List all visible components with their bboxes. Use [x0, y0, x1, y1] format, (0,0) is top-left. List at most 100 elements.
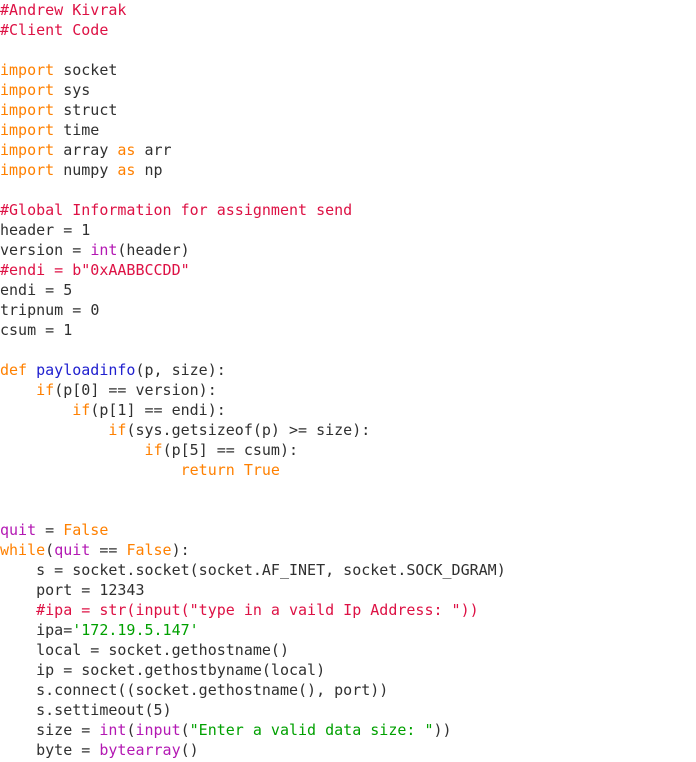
- code-line: version = int(header): [0, 240, 696, 260]
- code-line: import array as arr: [0, 140, 696, 160]
- token-plain: socket: [54, 61, 118, 79]
- token-plain: byte =: [0, 741, 100, 759]
- code-line: import time: [0, 120, 696, 140]
- token-comment: #Andrew Kivrak: [0, 1, 127, 19]
- code-line: #Client Code: [0, 20, 696, 40]
- token-number: 1: [81, 221, 91, 239]
- token-plain: arr: [135, 141, 172, 159]
- token-plain: ] == version):: [90, 381, 217, 399]
- token-builtin: int: [99, 721, 127, 739]
- code-line: import numpy as np: [0, 160, 696, 180]
- token-plain: ): [162, 701, 172, 719]
- token-comment: #Global Information for assignment send: [0, 201, 353, 219]
- token-plain: ):: [171, 541, 190, 559]
- code-line: s = socket.socket(socket.AF_INET, socket…: [0, 560, 696, 580]
- token-plain: (p[: [162, 441, 190, 459]
- token-plain: port =: [0, 581, 100, 599]
- code-line: if(sys.getsizeof(p) >= size):: [0, 420, 696, 440]
- token-plain: ] == csum):: [198, 441, 299, 459]
- token-comment: #Client Code: [0, 21, 109, 39]
- code-line: def payloadinfo(p, size):: [0, 360, 696, 380]
- code-line: port = 12343: [0, 580, 696, 600]
- code-line: csum = 1: [0, 320, 696, 340]
- token-keyword: import: [0, 161, 55, 179]
- token-keyword: as: [117, 141, 136, 159]
- code-line: if(p[5] == csum):: [0, 440, 696, 460]
- token-plain: tripnum =: [0, 301, 91, 319]
- token-keyword: if: [108, 421, 127, 439]
- token-keyword: False: [63, 521, 109, 539]
- token-keyword: if: [72, 401, 91, 419]
- code-line: size = int(input("Enter a valid data siz…: [0, 720, 696, 740]
- code-line: #ipa = str(input("type in a vaild Ip Add…: [0, 600, 696, 620]
- token-plain: ] == endi):: [126, 401, 226, 419]
- token-builtin: bytearray: [99, 741, 181, 759]
- token-plain: endi =: [0, 281, 64, 299]
- token-number: 5: [189, 441, 199, 459]
- code-line: header = 1: [0, 220, 696, 240]
- token-number: 5: [63, 281, 73, 299]
- token-plain: (header): [117, 241, 190, 259]
- token-funcname: payloadinfo: [36, 361, 136, 379]
- code-line: local = socket.gethostname(): [0, 640, 696, 660]
- token-builtin: input: [135, 721, 181, 739]
- token-number: 0: [90, 301, 100, 319]
- token-plain: numpy: [54, 161, 118, 179]
- token-string: '172.19.5.147': [72, 621, 199, 639]
- code-line: byte = bytearray(): [0, 740, 696, 760]
- code-line: quit = False: [0, 520, 696, 540]
- code-line: while(quit == False):: [0, 540, 696, 560]
- code-line: #endi = b"0xAABBCCDD": [0, 260, 696, 280]
- token-keyword: import: [0, 101, 55, 119]
- code-line: import socket: [0, 60, 696, 80]
- token-builtin: int: [90, 241, 118, 259]
- token-keyword: import: [0, 141, 55, 159]
- code-line: tripnum = 0: [0, 300, 696, 320]
- token-keyword: import: [0, 61, 55, 79]
- code-listing[interactable]: #Andrew Kivrak #Client Code import socket…: [0, 0, 696, 760]
- token-plain: (): [180, 741, 199, 759]
- token-plain: array: [54, 141, 118, 159]
- code-line: if(p[1] == endi):: [0, 400, 696, 420]
- code-line: import struct: [0, 100, 696, 120]
- code-line: #Andrew Kivrak: [0, 0, 696, 20]
- token-plain: (: [180, 721, 190, 739]
- token-plain: header =: [0, 221, 82, 239]
- code-line: s.connect((socket.gethostname(), port)): [0, 680, 696, 700]
- token-builtin: quit: [0, 521, 37, 539]
- token-plain: csum =: [0, 321, 64, 339]
- token-plain: (p[: [54, 381, 82, 399]
- token-plain: s.settimeout(: [0, 701, 154, 719]
- token-keyword: while: [0, 541, 46, 559]
- token-builtin: quit: [54, 541, 91, 559]
- token-keyword: if: [144, 441, 163, 459]
- token-plain: ip = socket.gethostbyname(local): [0, 661, 326, 679]
- token-number: 1: [63, 321, 73, 339]
- token-plain: s = socket.socket(socket.AF_INET, socket…: [0, 561, 506, 579]
- code-line: endi = 5: [0, 280, 696, 300]
- token-plain: =: [36, 521, 64, 539]
- token-plain: )): [433, 721, 452, 739]
- token-keyword: True: [243, 461, 280, 479]
- token-keyword: if: [36, 381, 55, 399]
- code-line: import sys: [0, 80, 696, 100]
- token-plain: struct: [54, 101, 118, 119]
- token-comment: #ipa = str(input("type in a vaild Ip Add…: [36, 601, 479, 619]
- token-plain: local = socket.gethostname(): [0, 641, 289, 659]
- token-keyword: def: [0, 361, 28, 379]
- code-line: return True: [0, 460, 696, 480]
- token-number: 0: [81, 381, 91, 399]
- token-plain: np: [135, 161, 163, 179]
- token-number: 5: [153, 701, 163, 719]
- token-plain: (p, size):: [135, 361, 226, 379]
- code-line: if(p[0] == version):: [0, 380, 696, 400]
- token-plain: (sys.getsizeof(p) >= size):: [126, 421, 371, 439]
